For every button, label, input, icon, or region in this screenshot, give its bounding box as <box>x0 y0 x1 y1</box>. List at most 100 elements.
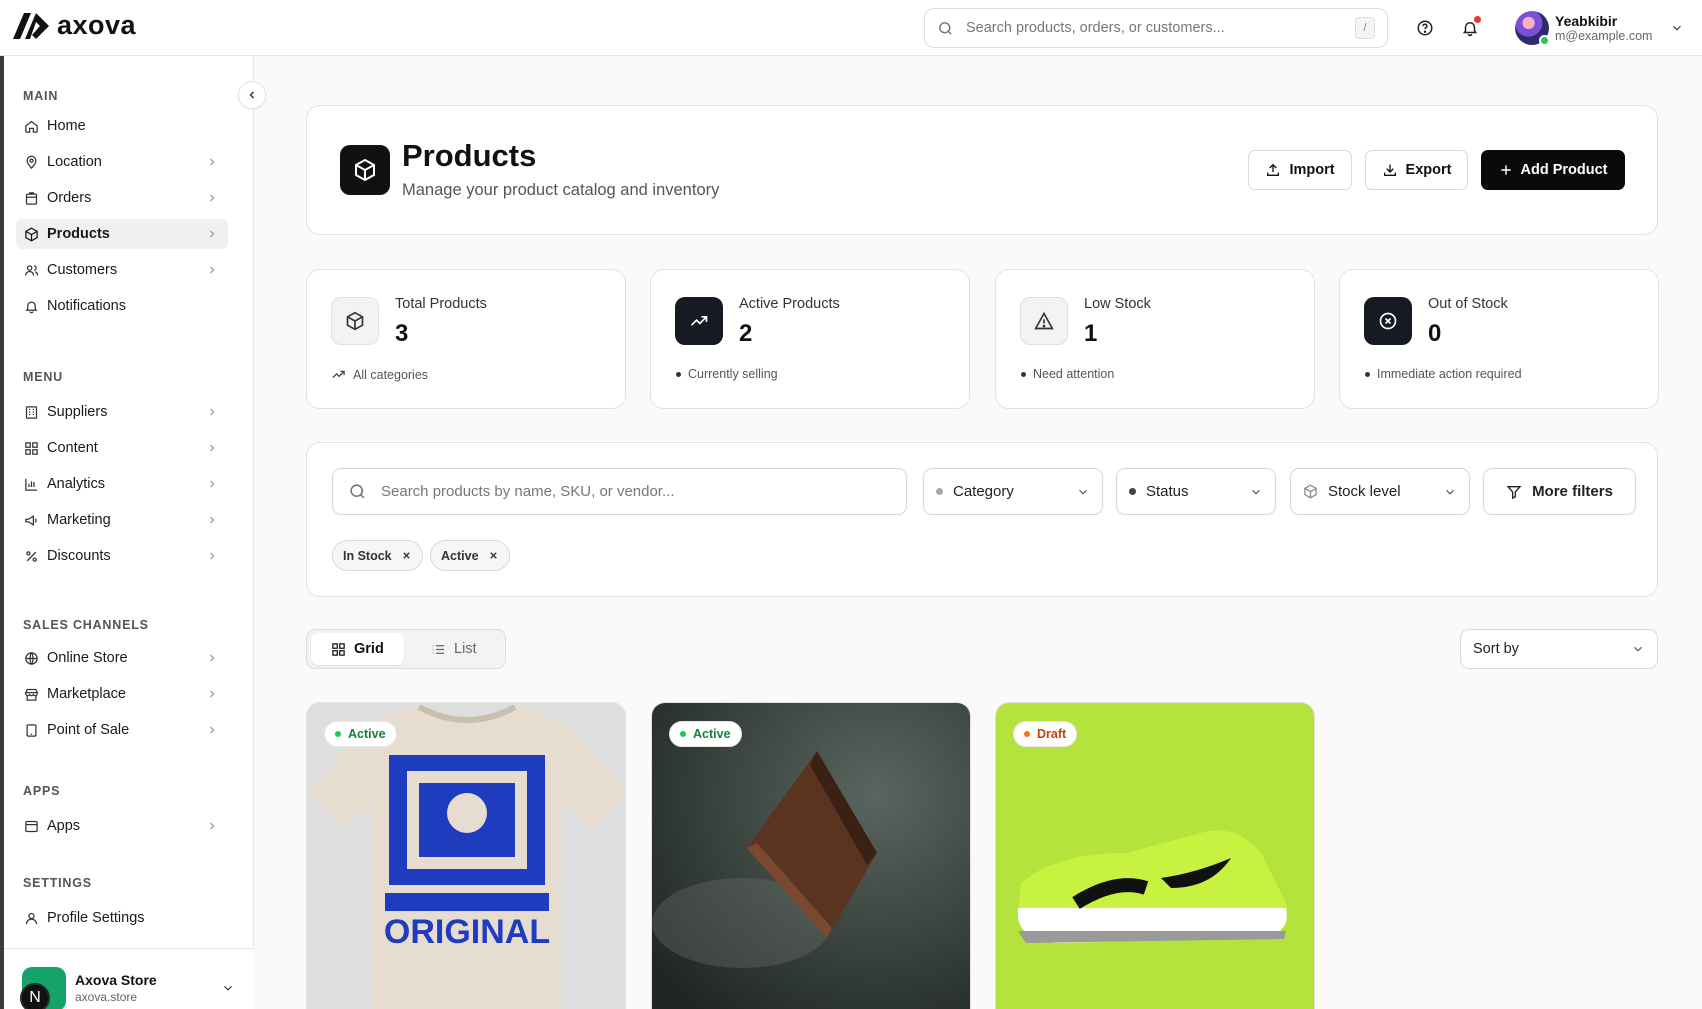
stat-value: 3 <box>395 320 409 347</box>
close-icon[interactable] <box>488 550 499 561</box>
sidebar-item-discounts[interactable]: Discounts <box>16 541 228 571</box>
product-card[interactable]: ORIGINAL Active <box>306 702 626 1009</box>
add-product-button[interactable]: Add Product <box>1481 150 1625 190</box>
stat-footnote: Immediate action required <box>1365 367 1522 381</box>
status-dot <box>680 731 686 737</box>
sidebar-item-label: Products <box>47 226 110 242</box>
collapse-sidebar-button[interactable] <box>238 81 266 109</box>
sidebar-item-customers[interactable]: Customers <box>16 255 228 285</box>
export-button[interactable]: Export <box>1365 150 1468 190</box>
section-label-apps: APPS <box>23 784 61 798</box>
sidebar-item-label: Online Store <box>47 650 128 666</box>
sidebar-item-point-of-sale[interactable]: Point of Sale <box>16 715 228 745</box>
sidebar-item-label: Profile Settings <box>47 910 145 926</box>
chevron-right-icon <box>210 266 215 274</box>
app-window-icon <box>24 820 38 832</box>
chevron-right-icon <box>210 690 215 698</box>
low-stock-icon <box>1020 297 1068 345</box>
category-select-label: Category <box>953 483 1014 500</box>
product-search-input[interactable]: Search products by name, SKU, or vendor.… <box>332 468 907 515</box>
help-button[interactable] <box>1413 16 1437 40</box>
sidebar-item-label: Suppliers <box>47 404 108 420</box>
grid-view-button[interactable]: Grid <box>311 633 404 665</box>
filter-chip-active[interactable]: Active <box>430 540 510 571</box>
sidebar-item-profile-settings[interactable]: Profile Settings <box>16 903 228 933</box>
sidebar-item-label: Content <box>47 440 98 456</box>
sidebar-item-location[interactable]: Location <box>16 147 228 177</box>
export-label: Export <box>1405 162 1452 178</box>
notifications-button[interactable] <box>1458 16 1482 40</box>
stat-footnote: All categories <box>331 367 428 382</box>
plus-icon <box>1500 165 1511 175</box>
tablet-icon <box>26 723 36 737</box>
sidebar-item-suppliers[interactable]: Suppliers <box>16 397 228 427</box>
sort-select[interactable]: Sort by <box>1460 629 1658 669</box>
axova-logo-icon <box>13 12 49 39</box>
trending-up-icon <box>332 370 345 379</box>
sidebar-item-home[interactable]: Home <box>16 111 228 141</box>
sidebar-item-online-store[interactable]: Online Store <box>16 643 228 673</box>
search-icon <box>350 484 365 499</box>
shopping-bag-icon <box>25 191 37 205</box>
sidebar-item-label: Customers <box>47 262 118 278</box>
users-icon <box>24 264 38 276</box>
bar-chart-icon <box>24 478 37 491</box>
bullet-dot <box>1365 371 1370 377</box>
product-card[interactable]: Draft <box>995 702 1315 1009</box>
more-filters-button[interactable]: More filters <box>1483 468 1636 515</box>
brand-name: axova <box>57 10 137 40</box>
sidebar-item-content[interactable]: Content <box>16 433 228 463</box>
global-search-input[interactable]: Search products, orders, or customers...… <box>924 8 1388 48</box>
sidebar-item-notifications[interactable]: Notifications <box>16 291 228 321</box>
chevron-right-icon <box>210 516 215 524</box>
chevron-down-icon <box>224 985 232 991</box>
stock-level-select-label: Stock level <box>1328 483 1401 500</box>
stat-label: Low Stock <box>1084 296 1151 312</box>
stat-footnote-text: Currently selling <box>688 367 778 381</box>
list-icon <box>432 644 445 654</box>
chevron-down-icon <box>1673 25 1682 31</box>
user-menu[interactable]: Yeabkibir m@example.com <box>1515 11 1684 46</box>
trending-up-icon <box>690 316 708 326</box>
import-button[interactable]: Import <box>1248 150 1352 190</box>
stat-label: Active Products <box>739 296 840 312</box>
list-view-button[interactable]: List <box>411 633 501 665</box>
sidebar-item-label: Orders <box>47 190 92 206</box>
status-badge-label: Draft <box>1037 727 1067 741</box>
product-card[interactable]: Active <box>651 702 971 1009</box>
sidebar-item-label: Point of Sale <box>47 722 130 738</box>
stat-footnote-text: Need attention <box>1033 367 1115 381</box>
chevron-down-icon <box>1634 646 1642 652</box>
globe-icon <box>24 651 38 665</box>
sidebar-item-marketing[interactable]: Marketing <box>16 505 228 535</box>
sidebar-item-label: Notifications <box>47 298 126 314</box>
sidebar-item-label: Home <box>47 118 86 134</box>
status-select[interactable]: Status <box>1116 468 1276 515</box>
package-icon <box>346 311 364 331</box>
sidebar-item-apps[interactable]: Apps <box>16 811 228 841</box>
building-icon <box>25 405 37 419</box>
sidebar-item-products[interactable]: Products <box>16 219 228 249</box>
grid-view-label: Grid <box>354 641 384 657</box>
view-toggle: Grid List <box>306 629 506 669</box>
brand-logo[interactable]: axova <box>13 10 136 41</box>
search-shortcut-key: / <box>1355 17 1375 39</box>
stock-level-select[interactable]: Stock level <box>1290 468 1470 515</box>
sidebar-item-label: Analytics <box>47 476 106 492</box>
category-select[interactable]: Category <box>923 468 1103 515</box>
status-dot <box>335 731 341 737</box>
chevron-right-icon <box>210 654 215 662</box>
sidebar-item-marketplace[interactable]: Marketplace <box>16 679 228 709</box>
add-product-label: Add Product <box>1520 162 1608 178</box>
sidebar-item-orders[interactable]: Orders <box>16 183 228 213</box>
sidebar-item-analytics[interactable]: Analytics <box>16 469 228 499</box>
package-icon <box>24 227 38 241</box>
filter-chip-in-stock[interactable]: In Stock <box>332 540 423 571</box>
active-products-icon <box>675 297 723 345</box>
chip-label: In Stock <box>343 548 392 563</box>
close-icon[interactable] <box>401 550 412 561</box>
chevron-right-icon <box>210 194 215 202</box>
stat-footnote: Need attention <box>1021 367 1114 381</box>
store-name: Axova Store <box>75 972 157 988</box>
chevron-right-icon <box>210 552 215 560</box>
